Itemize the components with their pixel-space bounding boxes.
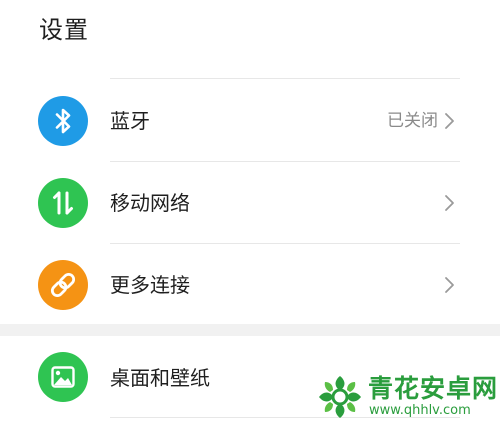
link-icon (38, 260, 88, 310)
chevron-right-icon (442, 112, 456, 130)
settings-item-mobile-network[interactable]: 移动网络 (0, 162, 500, 244)
image-icon (38, 352, 88, 402)
section-separator (0, 324, 500, 336)
mobile-data-icon (38, 178, 88, 228)
bluetooth-icon (38, 96, 88, 146)
watermark-logo-icon (316, 374, 364, 420)
watermark: 青花安卓网 www.qhhlv.com (312, 372, 500, 422)
chevron-right-icon (442, 276, 456, 294)
settings-screen: 设置 蓝牙 已关闭 移动网络 更多连接 桌面和壁纸 青花安卓网 www.qhhl… (0, 0, 500, 425)
chevron-right-icon (442, 194, 456, 212)
page-title: 设置 (39, 16, 89, 44)
watermark-title: 青花安卓网 (368, 374, 499, 403)
divider (110, 78, 460, 79)
settings-item-label: 蓝牙 (110, 109, 150, 133)
settings-item-label: 移动网络 (110, 191, 190, 215)
settings-item-bluetooth[interactable]: 蓝牙 已关闭 (0, 80, 500, 162)
settings-item-label: 桌面和壁纸 (110, 366, 210, 390)
settings-item-label: 更多连接 (110, 273, 190, 297)
settings-item-more-connections[interactable]: 更多连接 (0, 244, 500, 326)
watermark-url: www.qhhlv.com (369, 403, 471, 418)
bluetooth-status: 已关闭 (387, 111, 438, 131)
